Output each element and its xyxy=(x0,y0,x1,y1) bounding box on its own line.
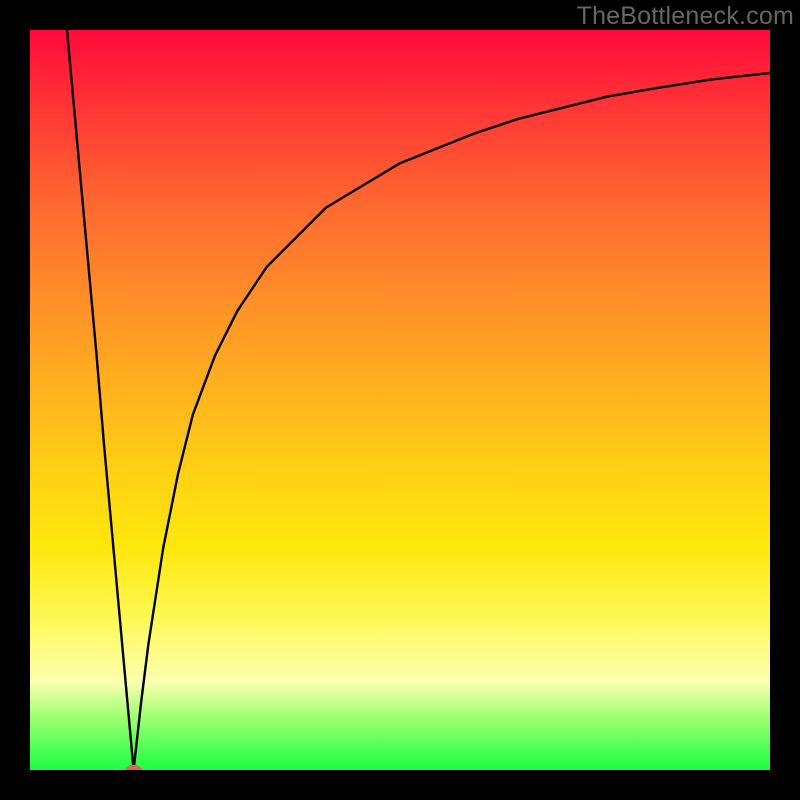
chart-svg xyxy=(30,30,770,770)
plot-area xyxy=(30,30,770,770)
chart-frame: TheBottleneck.com xyxy=(0,0,800,800)
curve-path xyxy=(67,30,770,770)
watermark-text: TheBottleneck.com xyxy=(577,2,794,31)
min-marker xyxy=(125,765,141,770)
